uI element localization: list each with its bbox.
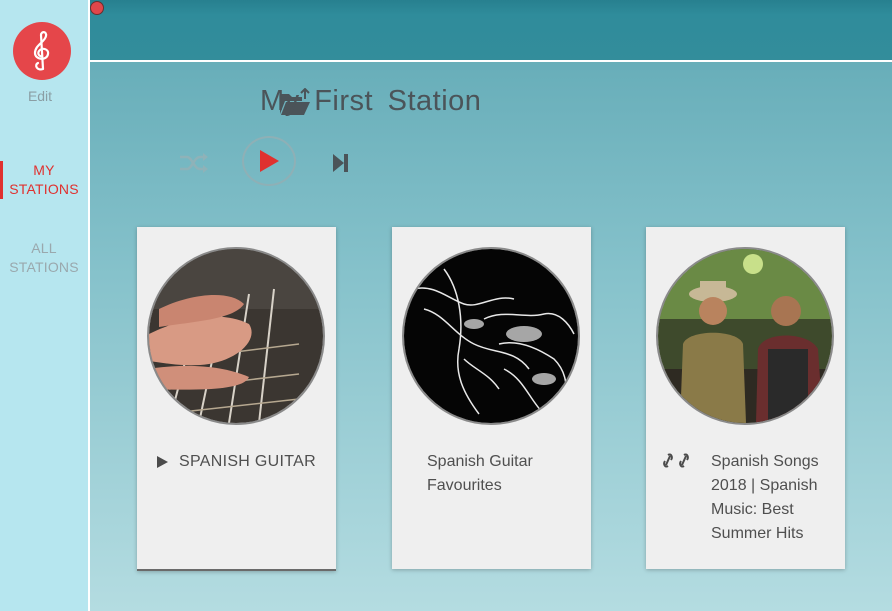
skip-next-icon[interactable] — [331, 151, 351, 175]
play-icon[interactable] — [155, 455, 169, 469]
station-card-1[interactable]: SPANISH GUITAR — [137, 227, 336, 571]
card-2-title: Spanish Guitar Favourites — [427, 453, 533, 494]
card-1-thumbnail — [147, 247, 325, 425]
station-card-3[interactable]: Spanish Songs 2018 | Spanish Music: Best… — [646, 227, 845, 569]
treble-clef-icon — [33, 31, 50, 71]
station-card-2[interactable]: Spanish Guitar Favourites — [392, 227, 591, 569]
logo[interactable] — [13, 22, 71, 80]
card-3-thumbnail — [656, 247, 834, 425]
nav-all-stations[interactable]: ALL STATIONS — [0, 239, 88, 277]
play-button[interactable] — [242, 136, 296, 186]
close-window-button[interactable] — [90, 1, 104, 15]
edit-label[interactable]: Edit — [0, 88, 80, 104]
card-3-title: Spanish Songs 2018 | Spanish Music: Best… — [711, 453, 819, 542]
main-panel: My First Station SPANISH GUITAR Spanish … — [90, 0, 892, 611]
link-icon[interactable] — [662, 453, 696, 469]
play-icon — [260, 150, 279, 172]
card-1-title: SPANISH GUITAR — [179, 453, 316, 470]
top-bar — [90, 0, 892, 62]
sidebar: Edit MY STATIONS ALL STATIONS — [0, 0, 88, 611]
nav-all-stations-label: ALL STATIONS — [9, 240, 79, 275]
nav-my-stations[interactable]: MY STATIONS — [0, 161, 88, 199]
shuffle-icon[interactable] — [178, 151, 210, 175]
nav-my-stations-label: MY STATIONS — [9, 162, 79, 197]
card-2-thumbnail — [402, 247, 580, 425]
station-title: My First Station — [260, 85, 482, 117]
